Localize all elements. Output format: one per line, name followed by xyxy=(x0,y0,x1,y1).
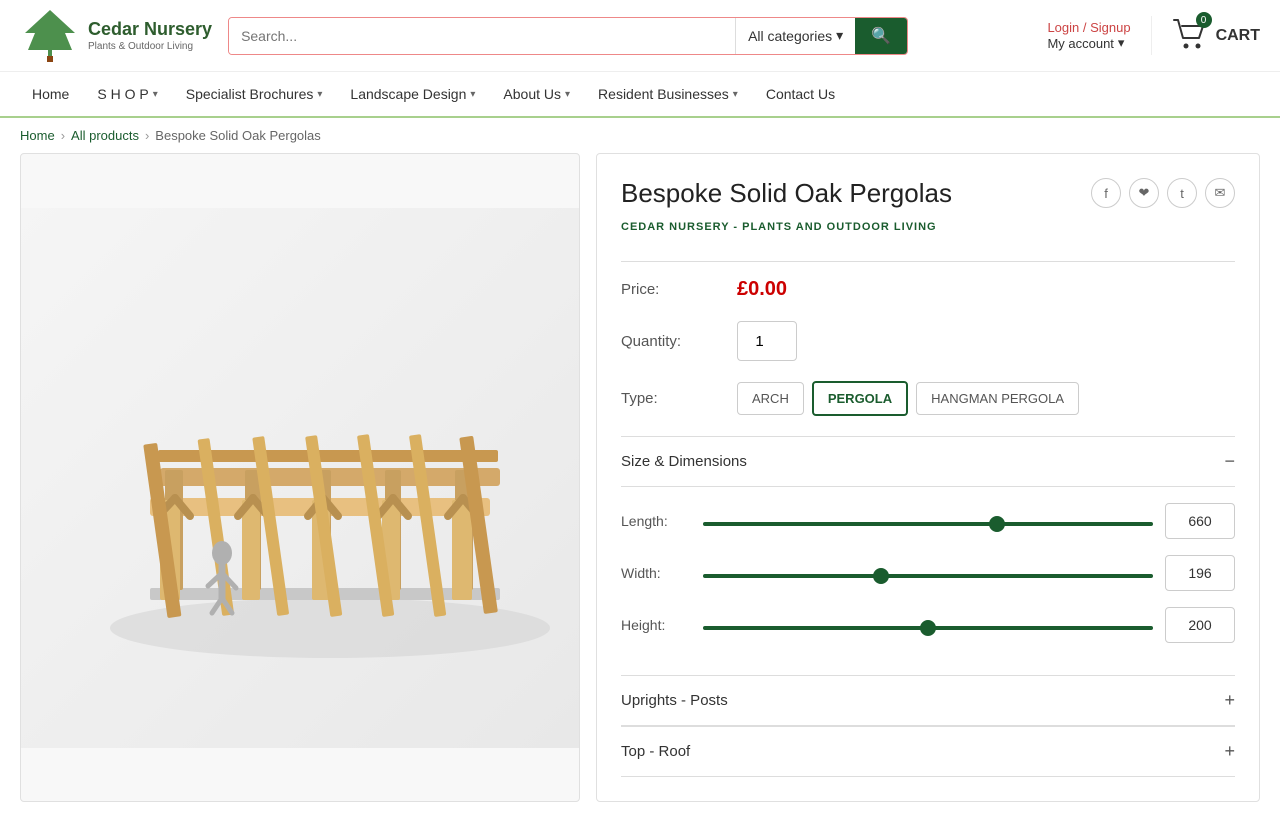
type-option-pergola[interactable]: PERGOLA xyxy=(812,381,908,416)
height-value[interactable] xyxy=(1165,607,1235,643)
account-area[interactable]: Login / Signup My account ▾ xyxy=(1047,20,1130,51)
quantity-label: Quantity: xyxy=(621,333,721,350)
search-bar: All categories ▾ 🔍 xyxy=(228,17,908,55)
uprights-title: Uprights - Posts xyxy=(621,692,728,709)
nav: Home S H O P ▾ Specialist Brochures ▾ La… xyxy=(0,72,1280,118)
chevron-down-icon: ▾ xyxy=(153,89,158,100)
category-label: All categories xyxy=(748,28,832,44)
login-link[interactable]: Login / Signup xyxy=(1047,20,1130,35)
nav-item-about[interactable]: About Us ▾ xyxy=(491,72,582,116)
length-slider[interactable] xyxy=(703,522,1153,526)
breadcrumb-separator: › xyxy=(145,128,149,143)
chevron-down-icon: ▾ xyxy=(565,89,570,100)
top-roof-accordion-header[interactable]: Top - Roof + xyxy=(621,727,1235,777)
type-option-hangman[interactable]: HANGMAN PERGOLA xyxy=(916,382,1079,415)
expand-icon: + xyxy=(1224,690,1235,711)
type-row: Type: ARCH PERGOLA HANGMAN PERGOLA xyxy=(621,381,1235,416)
breadcrumb-all-products[interactable]: All products xyxy=(71,128,139,143)
top-roof-title: Top - Roof xyxy=(621,743,690,760)
type-label: Type: xyxy=(621,390,721,407)
uprights-accordion: Uprights - Posts + xyxy=(621,675,1235,726)
chevron-down-icon: ▾ xyxy=(733,89,738,100)
height-slider[interactable] xyxy=(703,626,1153,630)
price-value: £0.00 xyxy=(737,278,787,301)
product-detail: Bespoke Solid Oak Pergolas CEDAR NURSERY… xyxy=(596,153,1260,802)
dimensions-accordion: Size & Dimensions − Length: Width: xyxy=(621,436,1235,675)
chevron-down-icon: ▾ xyxy=(470,89,475,100)
breadcrumb: Home › All products › Bespoke Solid Oak … xyxy=(0,118,1280,153)
price-row: Price: £0.00 xyxy=(621,278,1235,301)
cart-label: CART xyxy=(1216,27,1260,45)
dimensions-content: Length: Width: Height: xyxy=(621,487,1235,675)
width-value[interactable] xyxy=(1165,555,1235,591)
account-chevron-icon: ▾ xyxy=(1118,35,1125,51)
nav-item-shop[interactable]: S H O P ▾ xyxy=(85,72,169,116)
collapse-icon: − xyxy=(1224,451,1235,472)
header: Cedar Nursery Plants & Outdoor Living Al… xyxy=(0,0,1280,72)
logo-name: Cedar Nursery xyxy=(88,19,212,41)
email-icon[interactable]: ✉ xyxy=(1205,178,1235,208)
top-roof-accordion: Top - Roof + xyxy=(621,726,1235,777)
width-slider[interactable] xyxy=(703,574,1153,578)
divider xyxy=(621,261,1235,262)
product-image xyxy=(21,208,579,748)
nav-item-brochures[interactable]: Specialist Brochures ▾ xyxy=(174,72,335,116)
nav-item-landscape[interactable]: Landscape Design ▾ xyxy=(338,72,487,116)
logo-subtext: Plants & Outdoor Living xyxy=(88,41,212,52)
product-title: Bespoke Solid Oak Pergolas xyxy=(621,178,952,209)
logo-icon xyxy=(20,8,80,63)
cart-badge: 0 xyxy=(1196,12,1212,28)
nav-item-contact[interactable]: Contact Us xyxy=(754,72,847,116)
length-slider-wrap xyxy=(703,513,1153,529)
height-row: Height: xyxy=(621,607,1235,643)
quantity-row: Quantity: xyxy=(621,321,1235,361)
dimensions-accordion-header[interactable]: Size & Dimensions − xyxy=(621,437,1235,487)
breadcrumb-separator: › xyxy=(61,128,65,143)
type-options: ARCH PERGOLA HANGMAN PERGOLA xyxy=(737,381,1079,416)
length-label: Length: xyxy=(621,513,691,529)
header-right: Login / Signup My account ▾ 0 CART xyxy=(1047,16,1260,55)
search-icon: 🔍 xyxy=(871,28,891,45)
category-dropdown[interactable]: All categories ▾ xyxy=(735,18,855,54)
search-button[interactable]: 🔍 xyxy=(855,18,907,54)
my-account-link[interactable]: My account ▾ xyxy=(1047,35,1130,51)
title-row: Bespoke Solid Oak Pergolas CEDAR NURSERY… xyxy=(621,178,1235,245)
quantity-input[interactable] xyxy=(737,321,797,361)
length-row: Length: xyxy=(621,503,1235,539)
product-brand: CEDAR NURSERY - PLANTS AND OUTDOOR LIVIN… xyxy=(621,221,952,233)
expand-icon: + xyxy=(1224,741,1235,762)
height-label: Height: xyxy=(621,617,691,633)
uprights-accordion-header[interactable]: Uprights - Posts + xyxy=(621,676,1235,726)
breadcrumb-current: Bespoke Solid Oak Pergolas xyxy=(155,128,320,143)
cart-icon-wrap: 0 xyxy=(1172,16,1208,55)
main-content: Bespoke Solid Oak Pergolas CEDAR NURSERY… xyxy=(0,153,1280,822)
width-slider-wrap xyxy=(703,565,1153,581)
breadcrumb-home[interactable]: Home xyxy=(20,128,55,143)
nav-item-resident[interactable]: Resident Businesses ▾ xyxy=(586,72,750,116)
width-label: Width: xyxy=(621,565,691,581)
cart-area[interactable]: 0 CART xyxy=(1151,16,1260,55)
facebook-icon[interactable]: f xyxy=(1091,178,1121,208)
dimensions-title: Size & Dimensions xyxy=(621,453,747,470)
product-image-card xyxy=(20,153,580,802)
logo: Cedar Nursery Plants & Outdoor Living xyxy=(20,8,212,63)
twitter-icon[interactable]: t xyxy=(1167,178,1197,208)
length-value[interactable] xyxy=(1165,503,1235,539)
width-row: Width: xyxy=(621,555,1235,591)
social-icons: f ❤ t ✉ xyxy=(1091,178,1235,208)
search-input[interactable] xyxy=(229,18,735,54)
nav-item-home[interactable]: Home xyxy=(20,72,81,116)
price-label: Price: xyxy=(621,281,721,298)
pergola-illustration xyxy=(50,278,550,678)
pinterest-icon[interactable]: ❤ xyxy=(1129,178,1159,208)
category-chevron-icon: ▾ xyxy=(836,27,843,44)
type-option-arch[interactable]: ARCH xyxy=(737,382,804,415)
chevron-down-icon: ▾ xyxy=(317,89,322,100)
height-slider-wrap xyxy=(703,617,1153,633)
